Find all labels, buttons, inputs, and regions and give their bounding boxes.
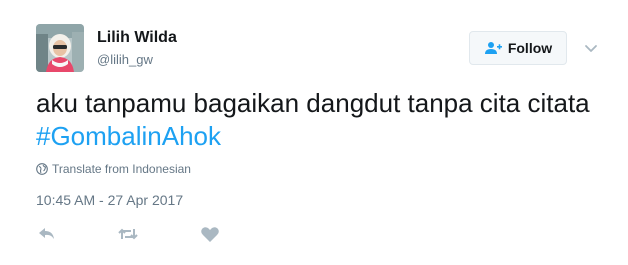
follow-button-label: Follow [507, 40, 553, 56]
tweet-body: aku tanpamu bagaikan dangdut tanpa cita … [36, 88, 590, 118]
author-display-name[interactable]: Lilih Wilda [97, 29, 177, 47]
globe-icon [36, 163, 48, 175]
tweet-text: aku tanpamu bagaikan dangdut tanpa cita … [36, 87, 596, 153]
heart-icon [201, 227, 219, 242]
author-username[interactable]: @lilih_gw [97, 52, 153, 67]
timestamp[interactable]: 10:45 AM - 27 Apr 2017 [36, 192, 183, 208]
follow-button[interactable]: Follow [469, 31, 567, 65]
like-button[interactable] [199, 224, 221, 244]
reply-icon [39, 228, 54, 239]
more-options-button[interactable] [583, 40, 599, 56]
retweet-icon [118, 228, 138, 240]
retweet-button[interactable] [117, 224, 139, 244]
reply-button[interactable] [36, 224, 58, 244]
avatar[interactable] [36, 24, 84, 72]
avatar-photo [36, 24, 84, 72]
chevron-down-icon [585, 45, 597, 52]
translate-link[interactable]: Translate from Indonesian [36, 162, 191, 176]
translate-label: Translate from Indonesian [52, 162, 191, 176]
add-user-icon [484, 42, 502, 54]
hashtag-link[interactable]: #GombalinAhok [36, 121, 221, 151]
